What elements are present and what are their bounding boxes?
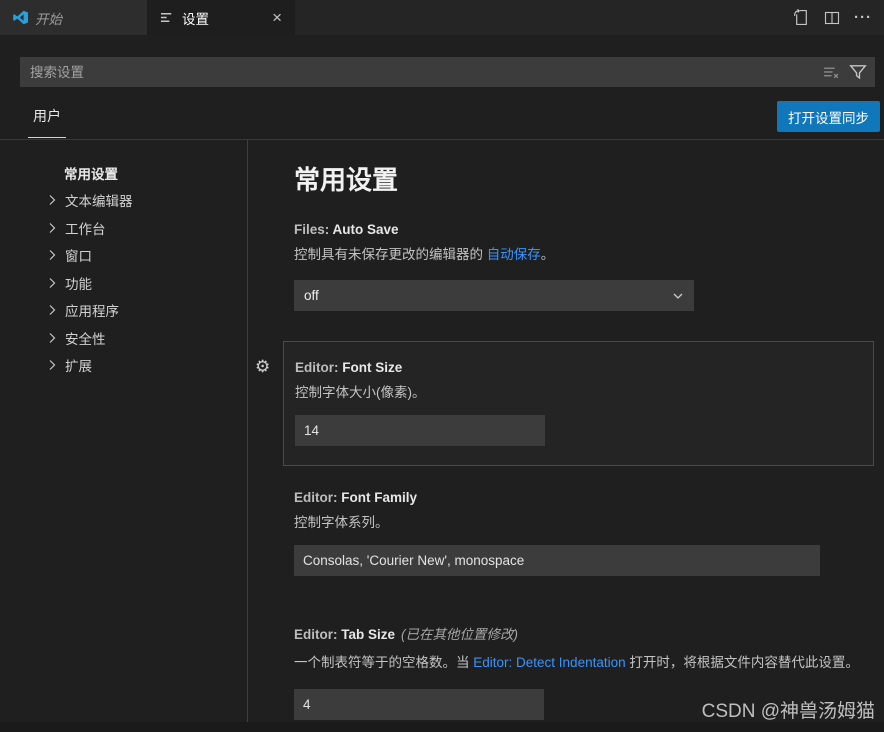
- editor-actions: ···: [793, 0, 884, 35]
- settings-search-bar: [20, 57, 875, 87]
- tab-user-scope[interactable]: 用户: [28, 106, 66, 138]
- setting-description: 控制字体系列。: [294, 513, 820, 532]
- toc-item-label: 工作台: [65, 218, 106, 238]
- close-tab-icon[interactable]: ×: [269, 9, 285, 26]
- split-editor-icon[interactable]: [824, 10, 840, 26]
- gear-icon[interactable]: ⚙: [255, 357, 270, 377]
- setting-label-prefix: Files:: [294, 222, 333, 237]
- csdn-watermark: CSDN @神兽汤姆猫: [702, 696, 875, 723]
- tab-start[interactable]: 开始: [0, 0, 147, 35]
- setting-description: 控制字体大小(像素)。: [295, 383, 873, 402]
- chevron-right-icon: [44, 357, 60, 373]
- toc-item-window[interactable]: 窗口: [0, 242, 247, 270]
- chevron-right-icon: [44, 275, 60, 291]
- page-title: 常用设置: [294, 160, 398, 197]
- setting-label-name: Font Family: [341, 490, 417, 505]
- setting-label: Files: Auto Save: [294, 222, 694, 237]
- search-input[interactable]: [20, 65, 823, 80]
- setting-files-auto-save: Files: Auto Save 控制具有未保存更改的编辑器的 自动保存。 of…: [294, 222, 694, 311]
- toc-item-application[interactable]: 应用程序: [0, 297, 247, 325]
- description-text: 。: [541, 247, 555, 262]
- settings-body: 常用设置 Files: Auto Save 控制具有未保存更改的编辑器的 自动保…: [248, 140, 884, 732]
- settings-sync-button[interactable]: 打开设置同步: [777, 101, 880, 132]
- setting-editor-font-family: Editor: Font Family 控制字体系列。: [294, 490, 820, 576]
- vscode-logo-icon: [13, 10, 28, 25]
- setting-label: Editor: Font Size: [295, 360, 873, 375]
- chevron-right-icon: [44, 247, 60, 263]
- setting-label-prefix: Editor:: [294, 490, 341, 505]
- more-actions-icon[interactable]: ···: [854, 9, 872, 26]
- setting-label-name: Auto Save: [333, 222, 399, 237]
- toc-item-common[interactable]: 常用设置: [0, 159, 247, 187]
- dropdown-value: off: [304, 288, 319, 303]
- toc-item-extensions[interactable]: 扩展: [0, 352, 247, 380]
- auto-save-link[interactable]: 自动保存: [487, 247, 541, 262]
- setting-description: 控制具有未保存更改的编辑器的 自动保存。: [294, 245, 694, 264]
- font-family-input[interactable]: [294, 545, 820, 576]
- editor-tab-bar: 开始 设置 × ···: [0, 0, 884, 35]
- toc-item-label: 扩展: [65, 355, 92, 375]
- toc-item-features[interactable]: 功能: [0, 269, 247, 297]
- toc-item-label: 常用设置: [64, 163, 118, 183]
- toc-item-workbench[interactable]: 工作台: [0, 214, 247, 242]
- description-text: 打开时，将根据文件内容替代此设置。: [626, 655, 859, 670]
- setting-label: Editor: Font Family: [294, 490, 820, 505]
- tab-start-label: 开始: [35, 8, 62, 28]
- chevron-down-icon: [670, 288, 686, 304]
- detect-indentation-link[interactable]: Editor: Detect Indentation: [473, 655, 625, 670]
- setting-editor-font-size[interactable]: ⚙ Editor: Font Size 控制字体大小(像素)。: [283, 341, 874, 466]
- setting-label-prefix: Editor:: [295, 360, 342, 375]
- auto-save-dropdown[interactable]: off: [294, 280, 694, 311]
- chevron-right-icon: [44, 302, 60, 318]
- toc-item-label: 窗口: [65, 245, 92, 265]
- tab-size-input[interactable]: [294, 689, 544, 720]
- bottom-edge-strip: [0, 722, 884, 732]
- toc-item-label: 文本编辑器: [65, 190, 133, 210]
- tab-settings[interactable]: 设置 ×: [147, 0, 295, 35]
- modified-elsewhere-note: (已在其他位置修改): [401, 627, 518, 642]
- description-text: 一个制表符等于的空格数。当: [294, 655, 473, 670]
- toc-item-security[interactable]: 安全性: [0, 324, 247, 352]
- open-settings-json-icon[interactable]: [793, 9, 810, 26]
- chevron-right-icon: [44, 220, 60, 236]
- toc-item-label: 功能: [65, 273, 92, 293]
- chevron-right-icon: [44, 330, 60, 346]
- setting-label-name: Font Size: [342, 360, 402, 375]
- toc-item-texteditor[interactable]: 文本编辑器: [0, 187, 247, 215]
- search-actions: [823, 63, 875, 81]
- setting-label-prefix: Editor:: [294, 627, 341, 642]
- description-text: 控制具有未保存更改的编辑器的: [294, 247, 487, 262]
- toc-item-label: 应用程序: [65, 300, 119, 320]
- setting-description: 一个制表符等于的空格数。当 Editor: Detect Indentation…: [294, 649, 874, 676]
- toc-item-label: 安全性: [65, 328, 106, 348]
- tab-settings-label: 设置: [182, 8, 209, 28]
- chevron-right-icon: [44, 192, 60, 208]
- setting-label: Editor: Tab Size (已在其他位置修改): [294, 623, 874, 643]
- font-size-input[interactable]: [295, 415, 545, 446]
- setting-label-name: Tab Size: [341, 627, 395, 642]
- settings-list-icon: [160, 10, 175, 25]
- settings-toc: 常用设置 文本编辑器 工作台 窗口 功能 应用程序 安全性 扩展: [0, 140, 247, 732]
- filter-funnel-icon[interactable]: [849, 63, 867, 81]
- clear-filters-icon[interactable]: [823, 64, 840, 81]
